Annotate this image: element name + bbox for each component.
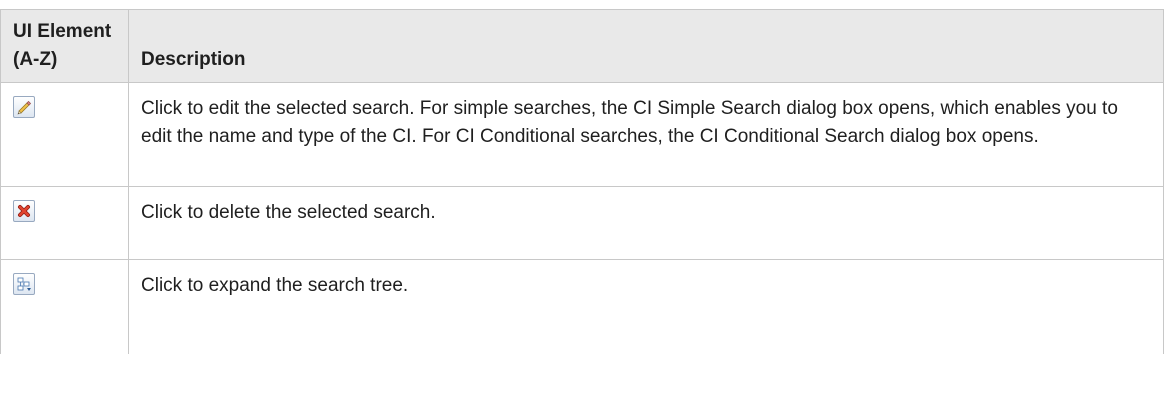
header-ui-element: UI Element (A-Z) — [0, 9, 129, 83]
ui-element-table: UI Element (A-Z) Description Click to ed… — [0, 9, 1164, 354]
table-row: Click to expand the search tree. — [0, 259, 1164, 354]
red-x-delete-icon — [13, 200, 35, 222]
header-description: Description — [128, 9, 1164, 83]
description-cell: Click to expand the search tree. — [128, 259, 1164, 354]
description-cell: Click to edit the selected search. For s… — [128, 82, 1164, 187]
ui-element-cell — [0, 186, 129, 260]
ui-element-cell — [0, 259, 129, 354]
description-cell: Click to delete the selected search. — [128, 186, 1164, 260]
pencil-edit-icon — [13, 96, 35, 118]
ui-element-cell — [0, 82, 129, 187]
table-row: Click to edit the selected search. For s… — [0, 82, 1164, 187]
table-header-row: UI Element (A-Z) Description — [0, 9, 1164, 83]
table-row: Click to delete the selected search. — [0, 186, 1164, 260]
expand-tree-icon — [13, 273, 35, 295]
